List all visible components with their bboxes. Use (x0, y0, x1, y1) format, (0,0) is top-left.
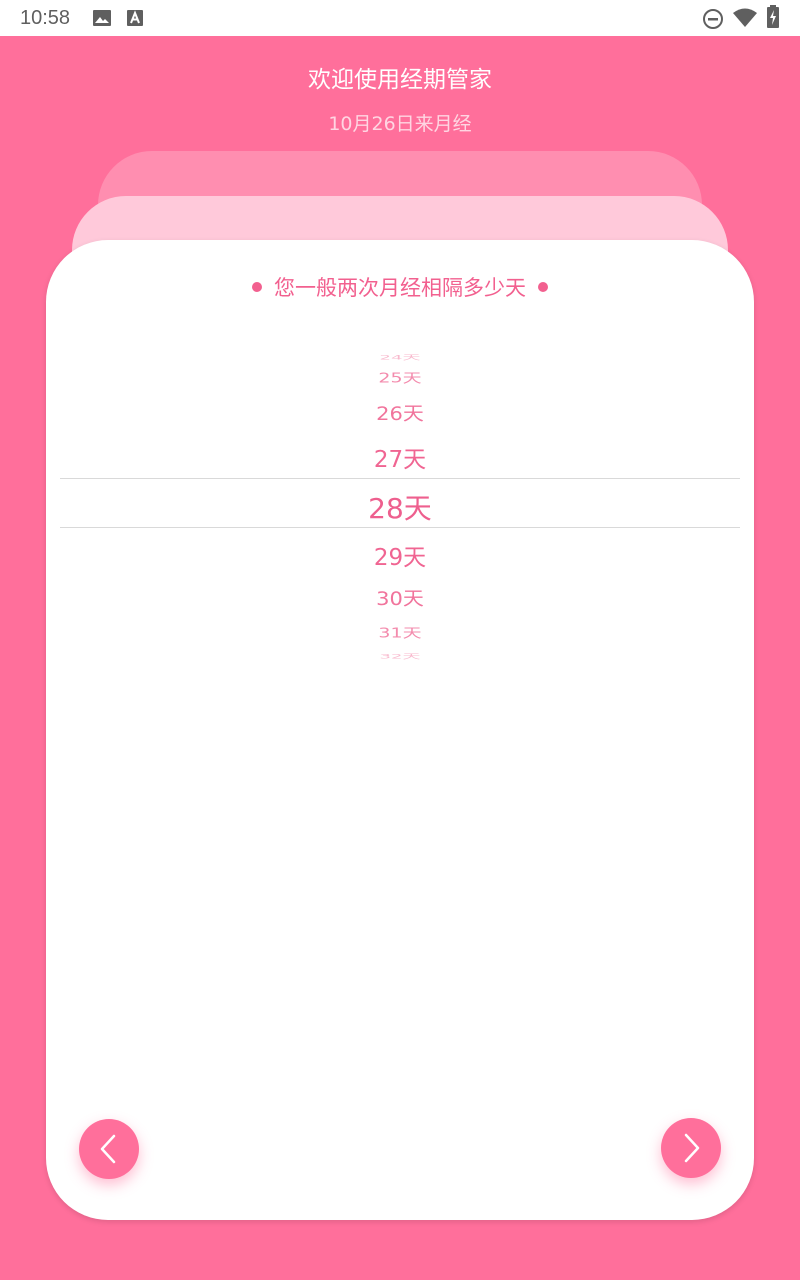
picker-item[interactable]: 27天 (0, 440, 800, 474)
chevron-right-icon (684, 1133, 700, 1163)
period-date-subtitle: 10月26日来月经 (328, 113, 472, 135)
previous-button[interactable] (79, 1119, 139, 1179)
battery-charging-icon (767, 5, 779, 28)
picker-item[interactable]: 26天 (0, 400, 800, 426)
picker-selection-bottom-line (60, 527, 740, 528)
picker-item[interactable]: 24天 (0, 352, 800, 361)
status-time: 10:58 (20, 7, 71, 29)
picker-selection-top-line (60, 478, 740, 479)
question-text: 您一般两次月经相隔多少天 (274, 276, 526, 300)
picker-item[interactable]: 31天 (0, 623, 800, 642)
question-heading: 您一般两次月经相隔多少天 (0, 272, 800, 302)
next-button[interactable] (661, 1118, 721, 1178)
decor-dot-left (252, 282, 262, 292)
picker-item[interactable]: 25天 (0, 368, 800, 387)
picker-item[interactable]: 29天 (0, 538, 800, 572)
chevron-left-icon (100, 1134, 116, 1164)
page-title: 欢迎使用经期管家 (308, 67, 492, 93)
font-a-icon (127, 10, 143, 26)
status-bar: 10:58 (0, 0, 800, 36)
picker-item[interactable]: 32天 (0, 651, 800, 660)
picker-item[interactable]: 30天 (0, 585, 800, 611)
picker-item-selected[interactable]: 28天 (0, 487, 800, 527)
image-icon (93, 10, 111, 26)
decor-dot-right (538, 282, 548, 292)
wifi-icon (733, 8, 757, 27)
question-card (46, 240, 754, 1220)
do-not-disturb-icon (703, 9, 723, 29)
